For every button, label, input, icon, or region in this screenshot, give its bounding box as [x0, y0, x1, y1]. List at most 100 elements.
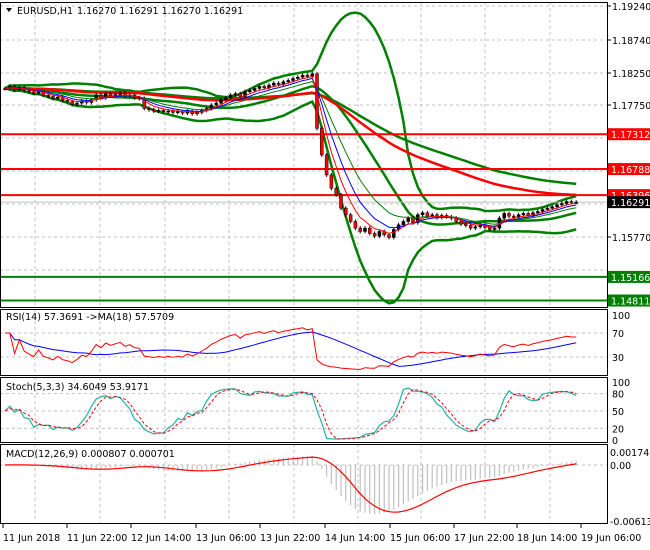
candle — [411, 217, 415, 224]
candle — [473, 226, 478, 229]
candle — [300, 74, 305, 78]
candle — [156, 110, 161, 112]
stoch-axis-label: 0 — [612, 436, 618, 447]
candle — [377, 231, 382, 237]
candle — [166, 110, 170, 113]
stoch-axis-label: 80 — [612, 390, 624, 401]
time-label: 13 Jun 06:00 — [196, 533, 256, 544]
candle — [569, 201, 574, 203]
candle — [339, 194, 343, 209]
candle — [291, 78, 295, 81]
candle — [296, 76, 300, 79]
candle — [219, 99, 223, 104]
ohlc-values: 1.16270 1.16291 1.16270 1.16291 — [77, 6, 243, 17]
candle — [224, 97, 228, 101]
candle — [65, 100, 70, 103]
candle — [252, 88, 257, 91]
candle — [257, 86, 262, 89]
candle — [334, 187, 338, 196]
candle — [387, 234, 391, 238]
candle — [324, 154, 329, 176]
candle — [368, 227, 372, 234]
stoch-legend: Stoch(5,3,3) 34.6049 53.9171 — [6, 382, 149, 393]
candle — [56, 96, 60, 99]
candle — [540, 209, 545, 212]
price-label: 1.15770 — [612, 233, 650, 244]
candle — [372, 233, 377, 237]
rsi-axis-label: 70 — [612, 329, 624, 340]
candle — [228, 94, 233, 99]
candle — [468, 225, 473, 229]
macd-legend: MACD(12,26,9) 0.000807 0.000701 — [6, 449, 175, 460]
candle — [401, 221, 406, 226]
candle — [464, 223, 468, 226]
candle — [161, 110, 166, 112]
candle — [492, 227, 497, 230]
candle — [507, 213, 511, 217]
candle — [353, 221, 358, 229]
candle — [315, 73, 319, 129]
price-label: 1.19240 — [612, 2, 650, 13]
candle — [555, 204, 559, 208]
candle — [214, 102, 218, 106]
candle — [286, 80, 290, 83]
candle — [305, 74, 310, 77]
candle — [363, 227, 367, 232]
price-label: 1.18250 — [612, 69, 650, 80]
rsi-legend: RSI(14) 57.3691 ->MA(18) 57.5709 — [6, 312, 174, 323]
stoch-axis-label: 100 — [612, 378, 630, 389]
time-label: 17 Jun 22:00 — [454, 533, 514, 544]
candle — [329, 174, 334, 189]
candle — [262, 86, 266, 89]
trading-chart[interactable]: 1.19240 1.18740 1.18250 1.17750 1.15770 1.173… — [0, 0, 650, 550]
candle — [75, 102, 79, 105]
candle — [344, 207, 348, 216]
time-label: 11 Jun 22:00 — [67, 533, 127, 544]
price-label: 1.17750 — [612, 101, 650, 112]
symbol-label: EURUSD,H1 — [17, 6, 73, 17]
macd-axis-label: 0.001742 — [610, 448, 650, 459]
candle — [358, 227, 362, 232]
chart-header: EURUSD,H1 1.16270 1.16291 1.16270 1.1629… — [6, 6, 243, 17]
macd-axis-label: -0.006133 — [610, 517, 650, 528]
candle — [147, 108, 151, 110]
candle — [536, 211, 540, 214]
time-label: 12 Jun 14:00 — [131, 533, 191, 544]
candle — [272, 82, 276, 86]
macd-axis-label: 0.00 — [610, 461, 631, 472]
time-label: 14 Jun 14:00 — [325, 533, 385, 544]
candle — [108, 93, 113, 97]
candle — [99, 94, 103, 99]
candle — [46, 94, 50, 97]
time-label: 13 Jun 22:00 — [260, 533, 320, 544]
time-label: 18 Jun 14:00 — [517, 533, 577, 544]
candle — [550, 206, 554, 209]
candle — [521, 213, 526, 216]
candle — [152, 109, 156, 112]
candle — [406, 217, 410, 222]
candle — [488, 227, 492, 230]
level-tag-label: 1.16788 — [611, 165, 650, 176]
candle — [459, 221, 463, 225]
candle — [348, 214, 353, 222]
rsi-axis-label: 100 — [612, 311, 630, 322]
candle — [392, 229, 396, 238]
candle — [176, 111, 180, 113]
time-label: 15 Jun 06:00 — [390, 533, 450, 544]
candle — [276, 82, 281, 85]
candle — [70, 101, 74, 105]
candle — [27, 90, 31, 93]
candle — [248, 90, 252, 93]
candle — [545, 207, 550, 210]
candle — [32, 91, 36, 94]
candle — [430, 214, 434, 217]
stoch-axis-label: 20 — [612, 424, 624, 435]
candle — [233, 93, 238, 96]
stoch-axis-label: 50 — [612, 407, 624, 418]
current-price-label: 1.16291 — [611, 198, 650, 209]
candle — [171, 110, 175, 113]
time-label: 11 Jun 2018 — [3, 533, 60, 544]
candle — [560, 203, 564, 206]
candle — [118, 92, 122, 95]
candle — [51, 96, 55, 99]
